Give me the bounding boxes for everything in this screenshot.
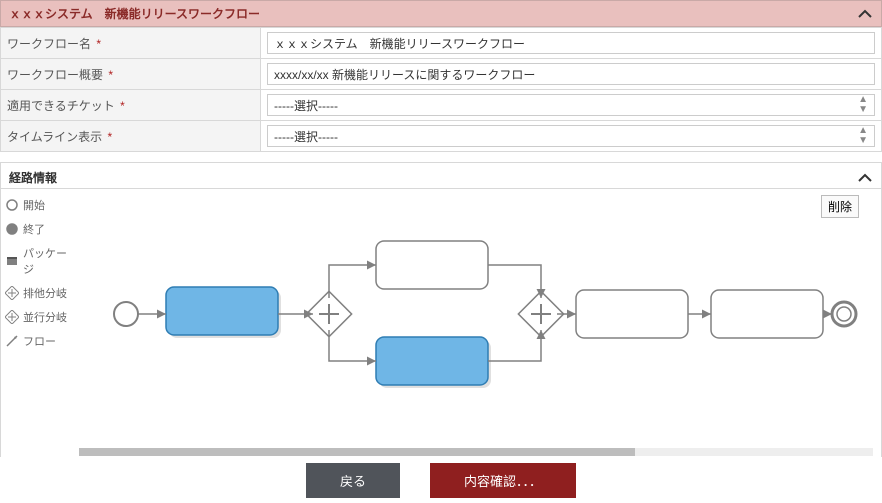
required-mark: * — [105, 68, 113, 82]
palette-label: フロー — [23, 333, 56, 349]
route-section-title: 経路情報 — [9, 169, 57, 186]
palette-package[interactable]: パッケージ — [3, 241, 69, 281]
palette-label: パッケージ — [23, 245, 67, 277]
form-label: タイムライン表示 * — [1, 121, 261, 152]
sequence-flow[interactable] — [488, 330, 541, 361]
sequence-flow[interactable] — [488, 265, 541, 298]
horizontal-scrollbar[interactable] — [79, 448, 873, 456]
start-event-node[interactable] — [114, 302, 138, 326]
form-label: ワークフロー概要 * — [1, 59, 261, 90]
chevron-up-icon[interactable] — [857, 170, 873, 186]
required-mark: * — [117, 99, 125, 113]
chevron-up-icon[interactable] — [857, 6, 873, 22]
task-node[interactable] — [711, 290, 823, 338]
parallel-icon — [5, 286, 19, 300]
required-mark: * — [104, 130, 112, 144]
select-2[interactable]: -----選択----- ▲▼ — [267, 94, 875, 116]
confirm-button[interactable]: 内容確認．．． — [430, 463, 576, 498]
route-section-header[interactable]: 経路情報 — [0, 162, 882, 189]
footer-bar: 戻る 内容確認．．． — [0, 457, 882, 503]
workflow-diagram[interactable] — [71, 189, 861, 459]
workflow-title: ｘｘｘシステム 新機能リリースワークフロー — [9, 5, 260, 22]
route-editor: 削除 開始終了パッケージ排他分岐並行分岐フロー — [0, 189, 882, 461]
palette-label: 排他分岐 — [23, 285, 67, 301]
task-node[interactable] — [166, 287, 278, 335]
select-value: -----選択----- — [274, 128, 338, 145]
workflow-canvas[interactable] — [71, 189, 881, 460]
sequence-flow[interactable] — [329, 330, 376, 361]
task-node[interactable] — [376, 337, 488, 385]
palette-label: 開始 — [23, 197, 45, 213]
flow-icon — [5, 334, 19, 348]
input-1[interactable] — [267, 63, 875, 85]
task-node[interactable] — [576, 290, 688, 338]
palette-label: 並行分岐 — [23, 309, 67, 325]
required-mark: * — [93, 37, 101, 51]
end-event-node[interactable] — [832, 302, 856, 326]
palette-start[interactable]: 開始 — [3, 193, 69, 217]
form-label: ワークフロー名 * — [1, 28, 261, 59]
package-icon — [5, 254, 19, 268]
sequence-flow[interactable] — [329, 265, 376, 298]
end-icon — [5, 222, 19, 236]
updown-icon: ▲▼ — [858, 95, 868, 115]
form-label: 適用できるチケット * — [1, 90, 261, 121]
palette-flow[interactable]: フロー — [3, 329, 69, 353]
shape-palette: 開始終了パッケージ排他分岐並行分岐フロー — [1, 189, 71, 460]
select-3[interactable]: -----選択----- ▲▼ — [267, 125, 875, 147]
palette-label: 終了 — [23, 221, 45, 237]
input-0[interactable] — [267, 32, 875, 54]
start-icon — [5, 198, 19, 212]
palette-inclusive[interactable]: 並行分岐 — [3, 305, 69, 329]
workflow-title-bar[interactable]: ｘｘｘシステム 新機能リリースワークフロー — [0, 0, 882, 27]
inclusive-icon — [5, 310, 19, 324]
task-node[interactable] — [376, 241, 488, 289]
back-button[interactable]: 戻る — [306, 463, 400, 498]
select-value: -----選択----- — [274, 97, 338, 114]
workflow-form: ワークフロー名 *ワークフロー概要 *適用できるチケット * -----選択---… — [0, 27, 882, 152]
palette-parallel[interactable]: 排他分岐 — [3, 281, 69, 305]
updown-icon: ▲▼ — [858, 126, 868, 146]
palette-end[interactable]: 終了 — [3, 217, 69, 241]
